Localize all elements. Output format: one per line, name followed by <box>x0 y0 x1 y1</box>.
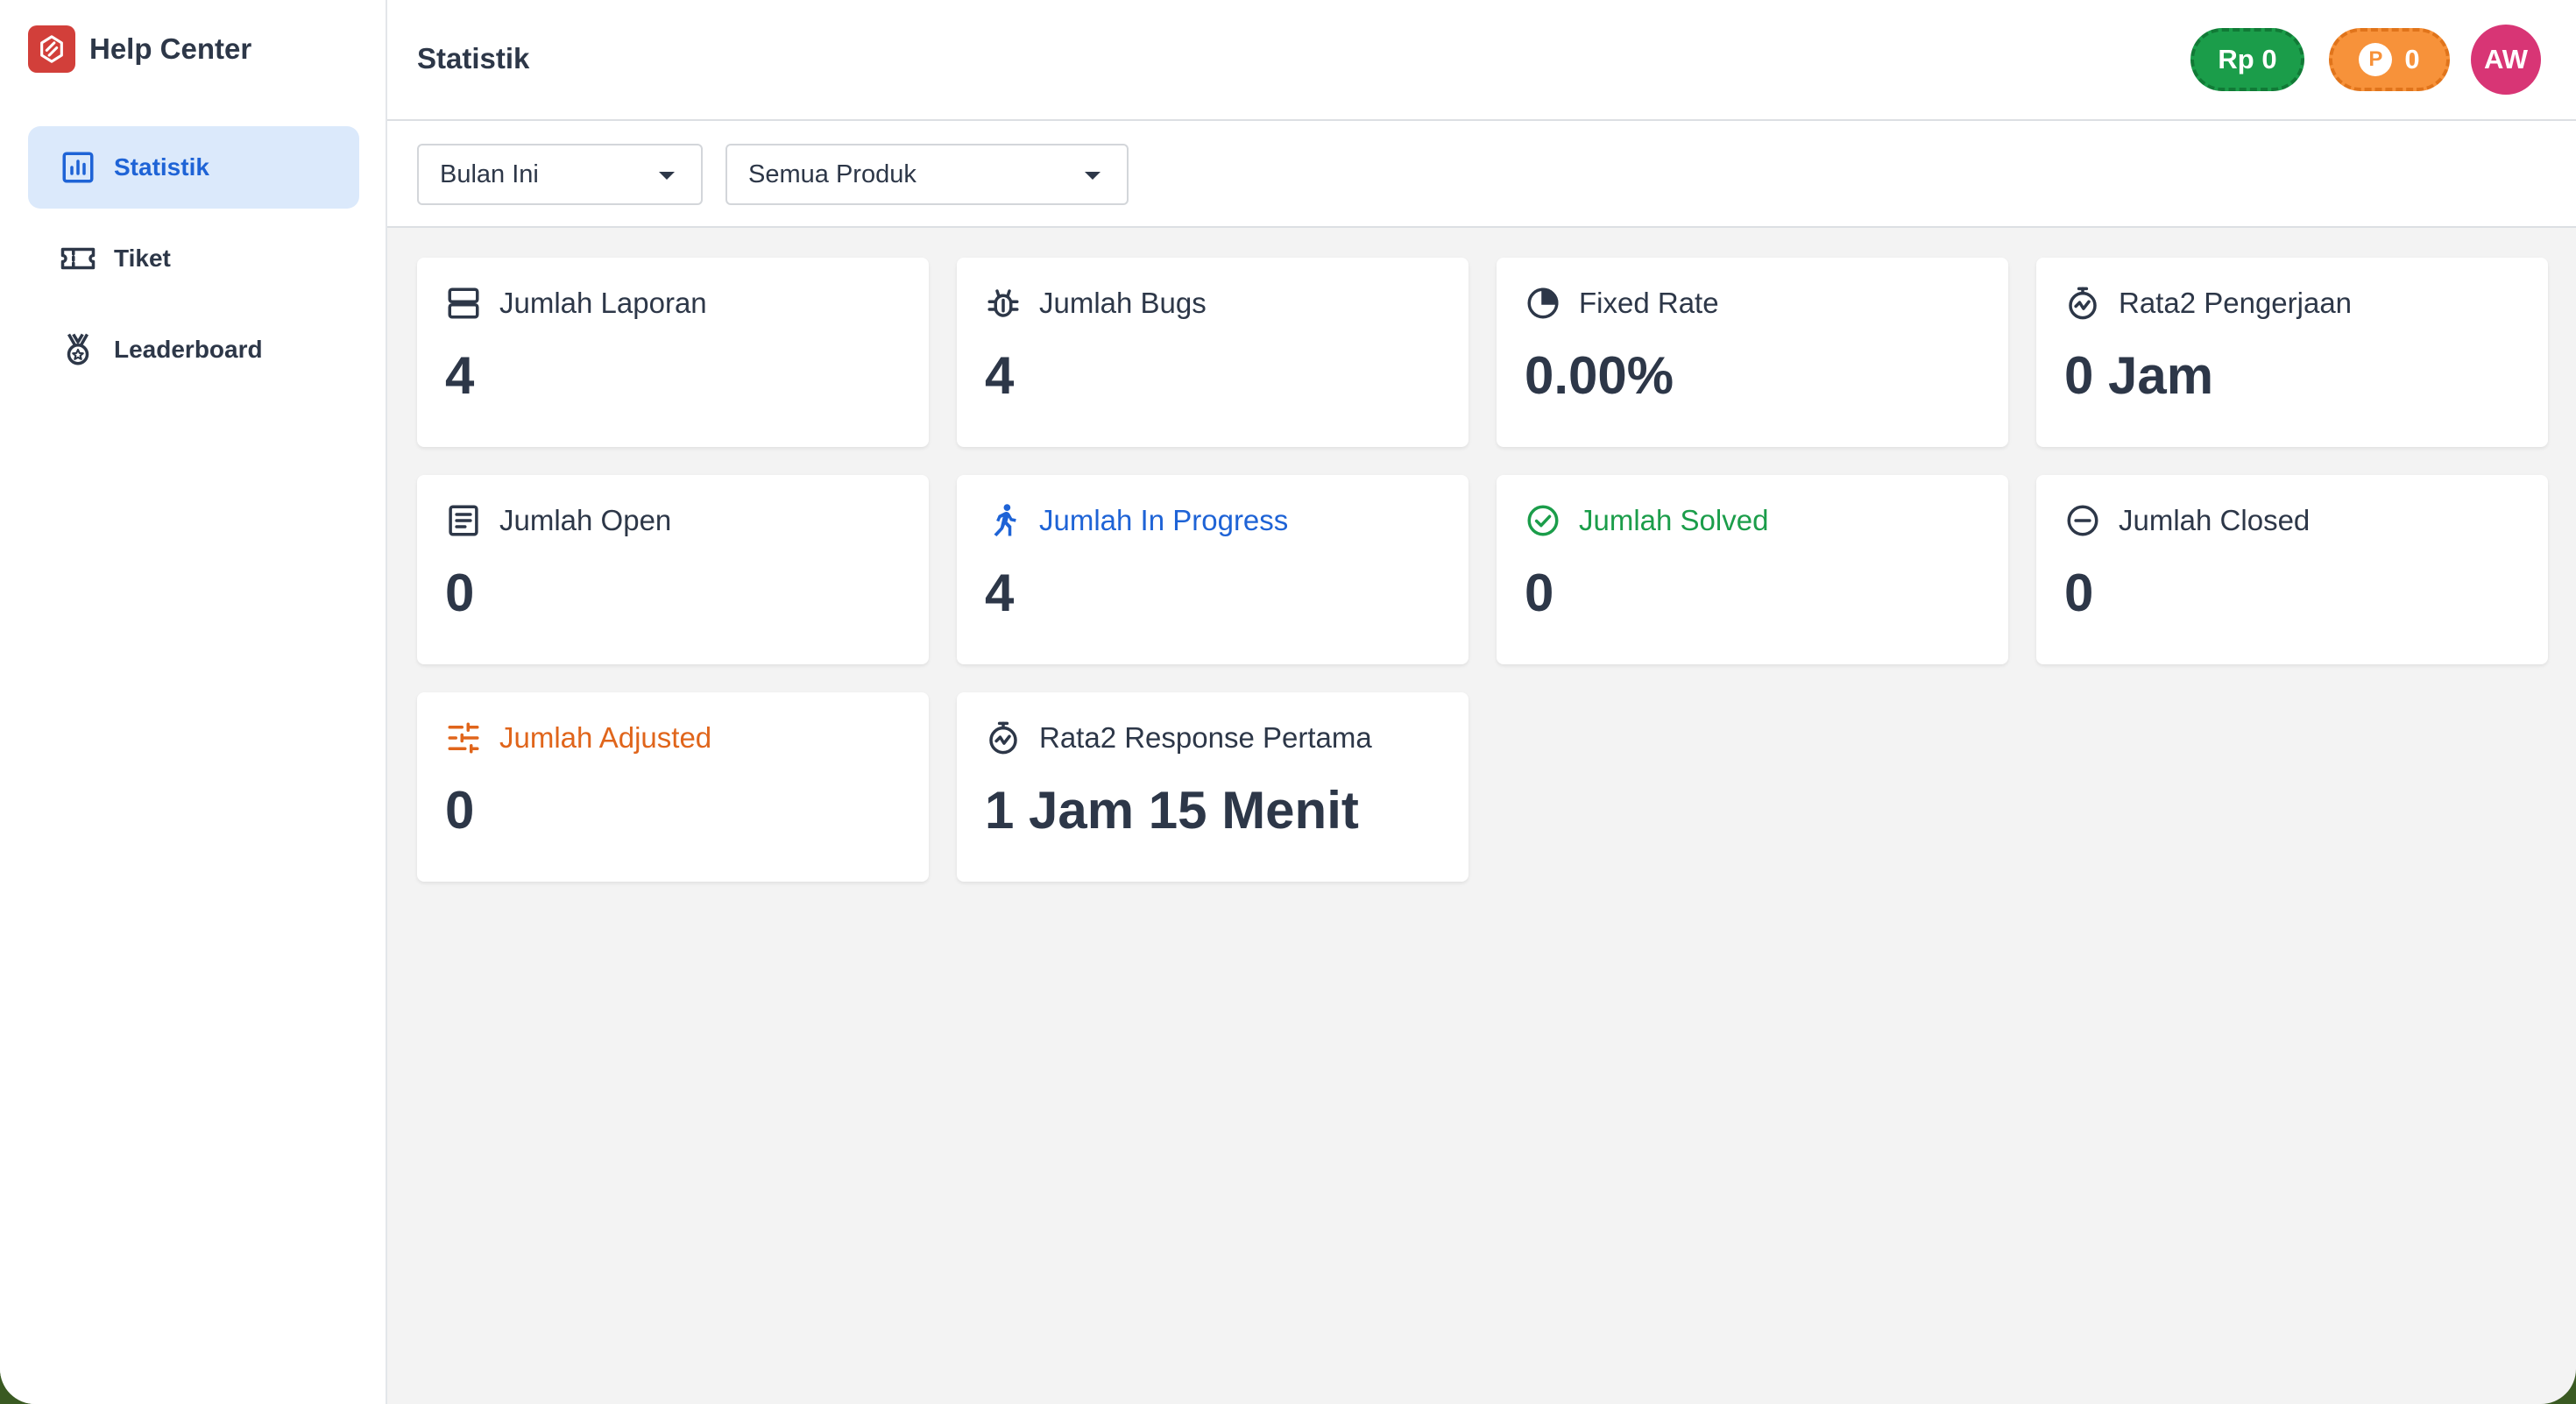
stat-label: Rata2 Pengerjaan <box>2119 287 2353 319</box>
stat-card-jumlah-laporan: Jumlah Laporan 4 <box>417 258 929 447</box>
stat-label: Jumlah In Progress <box>1039 504 1289 536</box>
server-icon <box>448 287 479 319</box>
stat-label: Jumlah Adjusted <box>499 721 712 754</box>
stat-value: 4 <box>445 346 475 405</box>
period-select[interactable]: Bulan Ini <box>417 144 703 205</box>
sidebar-item-statistik[interactable]: Statistik <box>28 126 359 209</box>
stat-label: Fixed Rate <box>1579 287 1719 319</box>
stat-value: 0 <box>1525 564 1554 622</box>
points-badge[interactable]: P 0 <box>2329 28 2450 91</box>
stat-value: 0 Jam <box>2064 346 2214 405</box>
help-center-logo-icon <box>28 25 75 73</box>
pie-chart-icon <box>1527 287 1559 319</box>
stat-card-rata2-pengerjaan: Rata2 Pengerjaan 0 Jam <box>2036 258 2548 447</box>
stat-card-jumlah-adjusted: Jumlah Adjusted 0 <box>417 692 929 882</box>
sidebar-item-leaderboard[interactable]: Leaderboard <box>28 308 359 391</box>
stat-label: Jumlah Open <box>499 504 672 536</box>
running-person-icon <box>994 504 1016 537</box>
top-header: Statistik Rp 0 P 0 AW <box>387 0 2576 121</box>
bar-chart-icon <box>62 152 94 183</box>
points-value: 0 <box>2404 44 2420 74</box>
sidebar-item-tiket[interactable]: Tiket <box>28 217 359 300</box>
sidebar-item-label: Tiket <box>114 245 171 272</box>
stat-value: 1 Jam 15 Menit <box>985 781 1359 840</box>
stat-value: 0 <box>445 781 475 840</box>
stat-value: 4 <box>985 564 1015 622</box>
sliders-icon <box>448 722 479 754</box>
product-select[interactable]: Semua Produk <box>725 144 1129 205</box>
stat-value: 0.00% <box>1525 346 1674 405</box>
minus-circle-icon <box>2067 505 2098 536</box>
stat-card-jumlah-solved: Jumlah Solved 0 <box>1497 475 2008 664</box>
stat-card-jumlah-bugs: Jumlah Bugs 4 <box>957 258 1468 447</box>
app-window: Help Center Statistik Tiket Leaderboard … <box>0 0 2576 1404</box>
stat-value: 0 <box>2064 564 2094 622</box>
sidebar-item-label: Statistik <box>114 153 209 181</box>
stat-label: Jumlah Closed <box>2119 504 2311 536</box>
sidebar: Help Center Statistik Tiket Leaderboard <box>0 0 387 1404</box>
stat-value: 4 <box>985 346 1015 405</box>
stat-label: Rata2 Response Pertama <box>1039 721 1372 754</box>
period-select-value: Bulan Ini <box>440 160 539 188</box>
balance-badge[interactable]: Rp 0 <box>2190 28 2304 91</box>
stat-card-jumlah-closed: Jumlah Closed 0 <box>2036 475 2548 664</box>
document-icon <box>449 505 478 536</box>
sidebar-item-label: Leaderboard <box>114 336 263 363</box>
product-select-value: Semua Produk <box>748 160 916 188</box>
stat-card-fixed-rate: Fixed Rate 0.00% <box>1497 258 2008 447</box>
ticket-icon <box>60 247 96 270</box>
caret-down-icon <box>1085 172 1100 180</box>
stat-label: Jumlah Laporan <box>499 287 707 319</box>
brand[interactable]: Help Center <box>28 25 251 74</box>
avatar[interactable]: AW <box>2471 25 2541 95</box>
page-title: Statistik <box>417 42 530 74</box>
stat-card-jumlah-in-progress: Jumlah In Progress 4 <box>957 475 1468 664</box>
bug-icon <box>987 289 1019 317</box>
stopwatch-icon <box>989 721 1017 755</box>
app-title: Help Center <box>89 32 252 65</box>
stat-card-rata2-response-pertama: Rata2 Response Pertama 1 Jam 15 Menit <box>957 692 1468 882</box>
medal-icon <box>67 333 89 365</box>
stat-label: Jumlah Solved <box>1579 504 1769 536</box>
sidebar-nav: Statistik Tiket Leaderboard <box>28 126 359 400</box>
check-circle-icon <box>1527 505 1559 536</box>
caret-down-icon <box>659 172 675 180</box>
stat-value: 0 <box>445 564 475 622</box>
points-coin-icon: P <box>2359 43 2393 76</box>
stat-label: Jumlah Bugs <box>1039 287 1207 319</box>
stopwatch-icon <box>2069 287 2097 320</box>
filter-bar: Bulan Ini Semua Produk <box>387 121 2576 228</box>
stat-card-jumlah-open: Jumlah Open 0 <box>417 475 929 664</box>
